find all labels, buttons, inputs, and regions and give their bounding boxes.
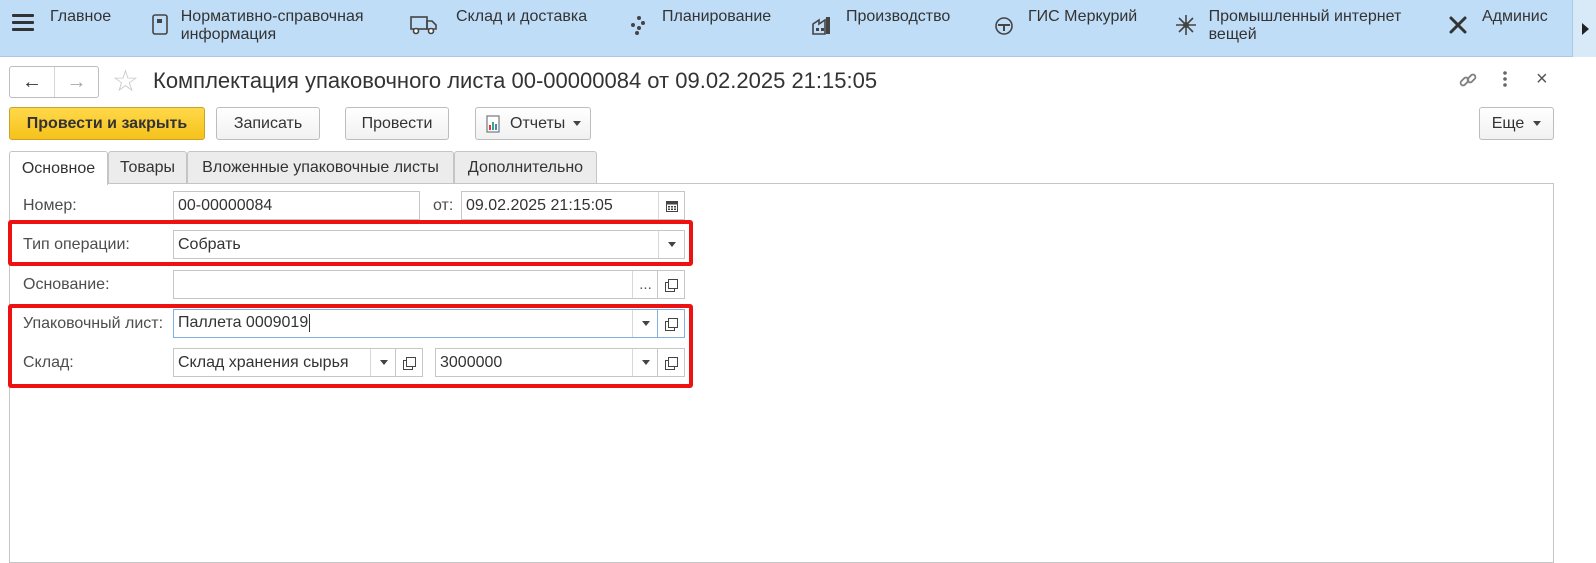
sections-panel: Главное Нормативно-справочная информация… bbox=[0, 0, 1596, 57]
storage-cell-select[interactable]: 3000000 bbox=[435, 348, 659, 377]
warehouse-open-button[interactable] bbox=[395, 348, 423, 377]
tab-main[interactable]: Основное bbox=[9, 151, 108, 185]
open-window-icon bbox=[665, 278, 678, 292]
back-button[interactable]: ← bbox=[10, 67, 54, 97]
section-warehouse-label: Склад и доставка bbox=[456, 8, 588, 25]
section-warehouse[interactable]: Склад и доставка bbox=[410, 6, 587, 50]
basis-open-button[interactable] bbox=[657, 270, 685, 299]
date-value: 09.02.2025 21:15:05 bbox=[466, 196, 613, 214]
number-label: Номер: bbox=[23, 197, 77, 214]
more-label: Еще bbox=[1491, 114, 1525, 132]
section-production-label: Производство bbox=[846, 8, 951, 25]
basis-select-button[interactable]: ... bbox=[632, 271, 658, 298]
history-nav: ← → bbox=[9, 66, 99, 98]
operation-type-value: Собрать bbox=[178, 235, 241, 253]
factory-icon bbox=[808, 12, 836, 38]
chevron-down-icon bbox=[573, 121, 582, 126]
section-mercury[interactable]: ГИС Меркурий bbox=[990, 6, 1137, 50]
scroll-right-button[interactable] bbox=[1572, 0, 1596, 57]
page-title: Комплектация упаковочного листа 00-00000… bbox=[153, 68, 878, 93]
dropdown-button[interactable] bbox=[370, 349, 396, 376]
section-planning-label: Планирование bbox=[662, 8, 772, 25]
section-main-label: Главное bbox=[50, 8, 112, 25]
more-actions-button[interactable]: Еще bbox=[1479, 107, 1554, 140]
storage-cell-value: 3000000 bbox=[440, 353, 503, 371]
close-button[interactable]: × bbox=[1536, 68, 1548, 91]
section-admin-label: Админис bbox=[1482, 8, 1548, 25]
link-icon[interactable] bbox=[1458, 70, 1478, 95]
section-nsi[interactable]: Нормативно-справочная информация bbox=[150, 6, 390, 50]
dropdown-button[interactable] bbox=[632, 349, 658, 376]
section-planning[interactable]: Планирование bbox=[624, 6, 771, 50]
reports-label: Отчеты bbox=[510, 114, 566, 132]
packing-list-text: Паллета 0009019 bbox=[178, 314, 309, 332]
packing-list-open-button[interactable] bbox=[657, 309, 685, 338]
open-window-icon bbox=[665, 356, 678, 370]
section-production[interactable]: Производство bbox=[808, 6, 950, 50]
date-label: от: bbox=[433, 197, 454, 214]
chevron-down-icon bbox=[667, 242, 676, 247]
basis-label: Основание: bbox=[23, 276, 110, 293]
truck-icon bbox=[410, 12, 438, 38]
section-iot-label: Промышленный интернет вещей bbox=[1208, 8, 1402, 43]
tab-nested-packing-lists[interactable]: Вложенные упаковочные листы bbox=[187, 151, 454, 184]
calendar-icon[interactable] bbox=[658, 192, 684, 219]
post-and-close-button[interactable]: Провести и закрыть bbox=[9, 107, 205, 140]
tab-additional[interactable]: Дополнительно bbox=[454, 151, 597, 184]
reports-button[interactable]: Отчеты bbox=[475, 107, 591, 140]
section-nsi-label: Нормативно-справочная информация bbox=[180, 8, 364, 43]
book-icon bbox=[150, 12, 171, 38]
mercury-icon bbox=[990, 12, 1018, 38]
warehouse-select[interactable]: Склад хранения сырья bbox=[173, 348, 397, 377]
packing-list-label: Упаковочный лист: bbox=[23, 315, 164, 332]
packing-list-value: Паллета 0009019 bbox=[174, 314, 632, 333]
tools-icon bbox=[1444, 12, 1472, 38]
operation-type-select[interactable]: Собрать bbox=[173, 230, 685, 259]
favorite-star-icon[interactable]: ☆ bbox=[112, 64, 139, 99]
chevron-down-icon bbox=[379, 360, 388, 365]
packing-list-field[interactable]: Паллета 0009019 bbox=[173, 309, 659, 338]
warehouse-label: Склад: bbox=[23, 354, 74, 371]
save-button[interactable]: Записать bbox=[216, 107, 320, 140]
text-cursor bbox=[309, 314, 311, 333]
chevron-down-icon bbox=[641, 360, 650, 365]
open-window-icon bbox=[403, 356, 416, 370]
tab-goods[interactable]: Товары bbox=[108, 151, 187, 184]
triangle-right-icon bbox=[1581, 22, 1589, 35]
number-field[interactable]: 00-00000084 bbox=[173, 191, 420, 220]
planning-icon bbox=[624, 12, 652, 38]
section-admin[interactable]: Админис bbox=[1444, 6, 1548, 50]
vertical-dots-icon[interactable] bbox=[1501, 70, 1509, 93]
section-mercury-label: ГИС Меркурий bbox=[1028, 8, 1138, 25]
section-iot[interactable]: Промышленный интернет вещей bbox=[1174, 6, 1424, 50]
dropdown-button[interactable] bbox=[658, 231, 684, 258]
number-value: 00-00000084 bbox=[178, 196, 273, 214]
forward-button[interactable]: → bbox=[53, 67, 98, 97]
warehouse-value: Склад хранения сырья bbox=[178, 353, 349, 371]
section-main[interactable]: Главное bbox=[50, 6, 111, 50]
open-window-icon bbox=[665, 317, 678, 331]
storage-cell-open-button[interactable] bbox=[657, 348, 685, 377]
menu-icon[interactable] bbox=[12, 14, 34, 34]
chevron-down-icon bbox=[1533, 121, 1542, 126]
dropdown-button[interactable] bbox=[632, 310, 658, 337]
report-icon bbox=[486, 114, 500, 133]
operation-type-label: Тип операции: bbox=[23, 236, 130, 253]
chevron-down-icon bbox=[641, 321, 650, 326]
date-field[interactable]: 09.02.2025 21:15:05 bbox=[461, 191, 685, 220]
post-button[interactable]: Провести bbox=[345, 107, 449, 140]
basis-field[interactable]: ... bbox=[173, 270, 659, 299]
iot-icon bbox=[1174, 12, 1199, 38]
